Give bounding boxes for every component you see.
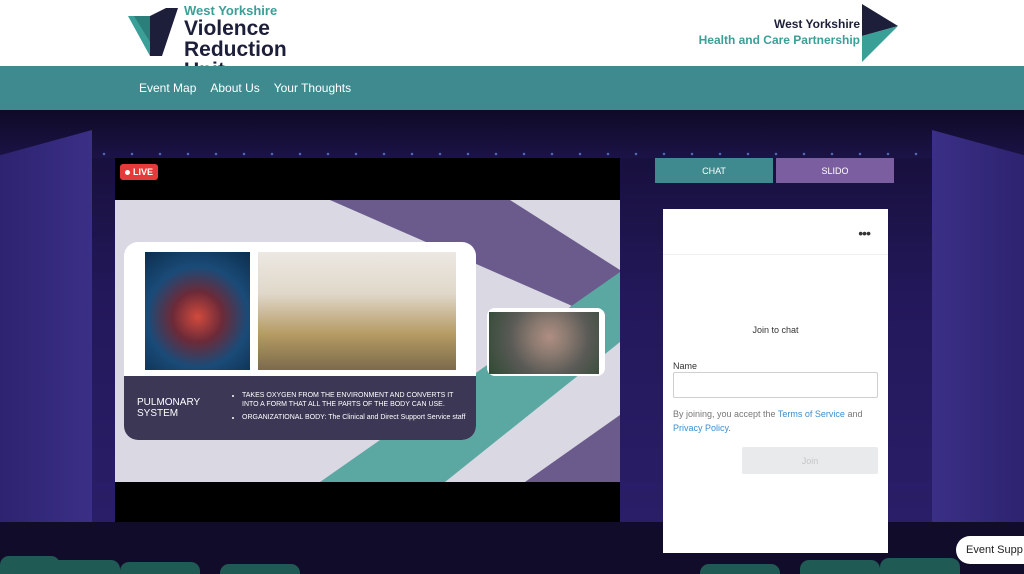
theater-wall-left xyxy=(0,130,92,550)
nav-about-us[interactable]: About Us xyxy=(210,81,259,95)
seat xyxy=(50,560,120,574)
name-label: Name xyxy=(673,361,698,371)
join-button[interactable]: Join xyxy=(742,447,878,474)
terms-of-service-link[interactable]: Terms of Service xyxy=(778,409,845,419)
hcp-line1: West Yorkshire xyxy=(773,17,860,31)
terms-suffix: . xyxy=(728,423,731,433)
event-support-button[interactable]: Event Supp xyxy=(956,536,1024,564)
vru-logo[interactable]: West Yorkshire Violence Reduction Unit xyxy=(128,2,328,81)
slide-caption-title: PULMONARY SYSTEM xyxy=(137,397,200,419)
video-player[interactable]: LIVE PULMONARY SYSTEM TAKES OXYGEN FROM … xyxy=(115,158,620,522)
live-badge: LIVE xyxy=(120,164,159,180)
group-photo xyxy=(258,252,456,370)
hcp-logo[interactable]: West Yorkshire Health and Care Partnersh… xyxy=(698,4,898,62)
name-input[interactable] xyxy=(673,372,878,398)
seat xyxy=(880,558,960,574)
vru-logo-mark xyxy=(128,8,178,56)
nav-your-thoughts[interactable]: Your Thoughts xyxy=(274,81,351,95)
nav-event-map[interactable]: Event Map xyxy=(139,81,196,95)
hcp-line2: Health and Care Partnership xyxy=(698,33,860,47)
presentation-slide: PULMONARY SYSTEM TAKES OXYGEN FROM THE E… xyxy=(115,200,620,482)
speaker-video xyxy=(487,308,605,376)
slide-caption: PULMONARY SYSTEM TAKES OXYGEN FROM THE E… xyxy=(124,376,476,440)
slide-bullet: TAKES OXYGEN FROM THE ENVIRONMENT AND CO… xyxy=(242,391,466,409)
terms-and: and xyxy=(844,409,863,419)
chat-header: ••• xyxy=(663,209,888,255)
ceiling-lights xyxy=(90,152,940,156)
hcp-logo-text: West Yorkshire Health and Care Partnersh… xyxy=(699,16,860,48)
main-nav: Event Map About Us Your Thoughts xyxy=(0,66,1024,110)
seat xyxy=(120,562,200,574)
site-header: West Yorkshire Violence Reduction Unit W… xyxy=(0,0,1024,81)
chat-join-title: Join to chat xyxy=(752,325,799,335)
hcp-logo-mark xyxy=(862,4,898,62)
tab-slido[interactable]: SLIDO xyxy=(776,158,894,183)
tab-chat[interactable]: CHAT xyxy=(655,158,773,183)
lung-image xyxy=(145,252,250,370)
seat xyxy=(700,564,780,574)
vru-line1: West Yorkshire xyxy=(184,3,278,18)
chat-panel: ••• Join to chat Name By joining, you ac… xyxy=(663,209,888,553)
privacy-policy-link[interactable]: Privacy Policy xyxy=(673,423,728,433)
live-label: LIVE xyxy=(133,167,154,177)
live-dot-icon xyxy=(125,169,130,175)
more-dots-icon[interactable]: ••• xyxy=(858,225,871,241)
seat xyxy=(220,564,300,574)
terms-prefix: By joining, you accept the xyxy=(673,409,778,419)
theater-wall-right xyxy=(932,130,1024,550)
slide-card: PULMONARY SYSTEM TAKES OXYGEN FROM THE E… xyxy=(124,242,476,440)
slide-bullet: ORGANIZATIONAL BODY: The Clinical and Di… xyxy=(242,413,466,422)
speaker-thumbnail xyxy=(489,312,599,374)
vru-line2: Violence xyxy=(184,17,270,40)
chat-terms: By joining, you accept the Terms of Serv… xyxy=(673,407,878,435)
slide-bullets: TAKES OXYGEN FROM THE ENVIRONMENT AND CO… xyxy=(242,391,476,426)
theater-ceiling xyxy=(0,110,1024,158)
seat xyxy=(800,560,880,574)
